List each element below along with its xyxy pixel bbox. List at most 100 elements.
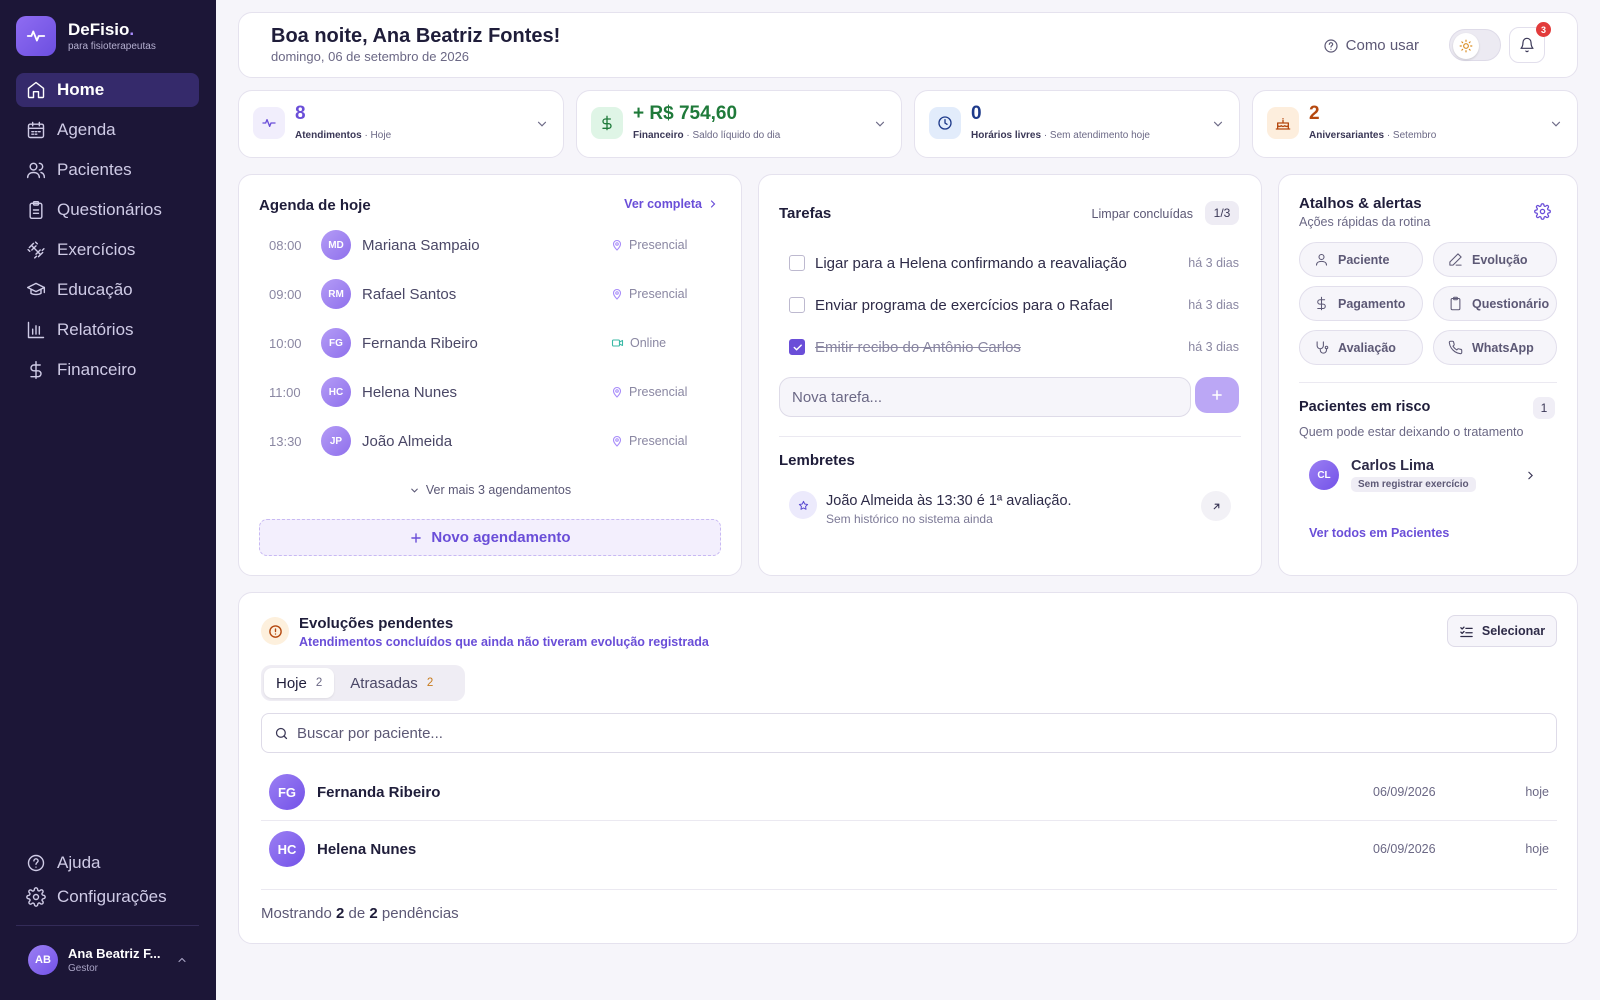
tab-atrasadas[interactable]: Atrasadas 2 [338,668,445,698]
view-full-agenda-link[interactable]: Ver completa [624,197,719,211]
shortcuts-settings-button[interactable] [1534,203,1551,220]
brand[interactable]: DeFisio. para fisioterapeutas [16,16,156,56]
search-input[interactable] [297,724,1556,742]
shortcut-avaliacao-button[interactable]: Avaliação [1299,330,1423,365]
search-icon [275,727,288,739]
pending-date: 06/09/2026 [1373,842,1436,856]
shortcut-whatsapp-button[interactable]: WhatsApp [1433,330,1557,365]
appointment-row[interactable]: 08:00 MD Mariana Sampaio Presencial [269,228,699,262]
task-checkbox[interactable] [789,255,805,271]
nav-item-exercicios[interactable]: Exercícios [16,233,199,267]
risk-patient-row[interactable]: CL Carlos Lima Sem registrar exercício [1299,449,1557,501]
divider [779,436,1241,437]
stat-value: 0 [971,103,982,124]
stat-label: Aniversariantes · Setembro [1309,130,1437,141]
help-circle-icon [1324,38,1338,53]
shortcut-evolucao-button[interactable]: Evolução [1433,242,1557,277]
nav-item-relatorios[interactable]: Relatórios [16,313,199,347]
stat-icon-box [591,107,623,139]
new-task-input[interactable] [779,377,1191,417]
open-reminder-button[interactable] [1201,491,1231,521]
shortcut-grid: Paciente Evolução Pagamento Questionário… [1299,242,1557,365]
stat-value: 2 [1309,103,1320,124]
show-more-appointments-button[interactable]: Ver mais 3 agendamentos [239,483,741,497]
task-text: Emitir recibo do Antônio Carlos [815,338,1021,356]
appointment-mode: Presencial [611,385,699,399]
nav-item-ajuda[interactable]: Ajuda [16,846,199,880]
shortcuts-card: Atalhos & alertas Ações rápidas da rotin… [1278,174,1578,576]
patient-name: Mariana Sampaio [362,236,480,254]
clear-completed-button[interactable]: Limpar concluídas [1092,207,1193,221]
chevron-down-icon [1213,121,1223,127]
phone-icon [1448,340,1463,355]
pending-row[interactable]: FG Fernanda Ribeiro 06/09/2026 hoje [261,764,1557,820]
avatar: FG [321,328,351,358]
stat-card-aniversariantes[interactable]: 2 Aniversariantes · Setembro [1252,90,1578,158]
appointment-row[interactable]: 11:00 HC Helena Nunes Presencial [269,375,699,409]
user-menu[interactable]: AB Ana Beatriz F... Gestor [28,945,188,975]
view-all-patients-link[interactable]: Ver todos em Pacientes [1309,526,1449,540]
pencil-icon [1449,253,1462,266]
chevron-up-icon [178,957,186,963]
pending-when: hoje [1525,785,1549,799]
avatar: CL [1309,460,1339,490]
risk-title: Pacientes em risco [1299,399,1431,415]
pulse-icon [16,16,56,56]
brand-name: DeFisio. [68,20,135,39]
cake-icon [1275,117,1291,130]
shortcut-paciente-button[interactable]: Paciente [1299,242,1423,277]
pending-evolutions-card: Evoluções pendentes Atendimentos concluí… [238,592,1578,944]
gear-icon [26,887,46,907]
notifications-button[interactable]: 3 [1509,22,1551,63]
nav-item-agenda[interactable]: Agenda [16,113,199,147]
shortcut-pagamento-button[interactable]: Pagamento [1299,286,1423,321]
reminder-subtext: Sem histórico no sistema ainda [826,512,993,526]
nav-item-questionarios[interactable]: Questionários [16,193,199,227]
appointment-time: 13:30 [269,433,302,449]
task-item: Enviar programa de exercícios para o Raf… [789,290,1239,320]
nav-item-financeiro[interactable]: Financeiro [16,353,199,387]
sidebar: DeFisio. para fisioterapeutas Home Agend… [0,0,216,1000]
reminders-title: Lembretes [779,452,855,469]
select-button[interactable]: Selecionar [1447,615,1557,647]
risk-tag: Sem registrar exercício [1351,477,1476,492]
dollar-icon [30,360,42,380]
new-appointment-button[interactable]: Novo agendamento [259,519,721,556]
add-task-button[interactable] [1195,377,1239,413]
nav-item-educacao[interactable]: Educação [16,273,199,307]
tab-hoje[interactable]: Hoje 2 [264,668,335,698]
patient-name: Helena Nunes [362,383,458,401]
stat-card-horarios-livres[interactable]: 0 Horários livres · Sem atendimento hoje [914,90,1240,158]
main-nav: Home Agenda Pacientes Questionários Exer… [16,73,199,393]
nav-label: Exercícios [57,240,136,259]
shortcut-questionario-button[interactable]: Questionário [1433,286,1557,321]
nav-item-home[interactable]: Home [16,73,199,107]
plus-icon [1212,390,1222,400]
stat-card-atendimentos[interactable]: 8 Atendimentos · Hoje [238,90,564,158]
task-item: Emitir recibo do Antônio Carlos há 3 dia… [789,332,1239,362]
bar-chart-icon [27,321,45,339]
appointment-row[interactable]: 10:00 FG Fernanda Ribeiro Online [269,326,699,360]
avatar: MD [321,230,351,260]
appointment-row[interactable]: 13:30 JP João Almeida Presencial [269,424,699,458]
task-checkbox[interactable] [789,339,805,355]
how-to-use-button[interactable]: Como usar [1323,37,1419,54]
nav-item-configuracoes[interactable]: Configurações [16,880,199,914]
nav-item-pacientes[interactable]: Pacientes [16,153,199,187]
pending-footer: Mostrando 2 de 2 pendências [261,905,459,922]
appointment-row[interactable]: 09:00 RM Rafael Santos Presencial [269,277,699,311]
appointment-time: 08:00 [269,237,302,253]
risk-subtitle: Quem pode estar deixando o tratamento [1299,425,1524,439]
chevron-right-icon [710,200,716,208]
arrow-up-right-icon [1213,503,1219,509]
theme-toggle[interactable] [1449,29,1501,61]
stat-label: Horários livres · Sem atendimento hoje [971,130,1150,141]
view-full-label: Ver completa [624,197,702,211]
stat-icon-box [929,107,961,139]
pending-row[interactable]: HC Helena Nunes 06/09/2026 hoje [261,821,1557,877]
how-to-use-label: Como usar [1345,37,1419,54]
pending-title: Evoluções pendentes [299,615,454,632]
stat-card-financeiro[interactable]: + R$ 754,60 Financeiro · Saldo líquido d… [576,90,902,158]
clipboard-icon [1450,296,1461,311]
task-checkbox[interactable] [789,297,805,313]
